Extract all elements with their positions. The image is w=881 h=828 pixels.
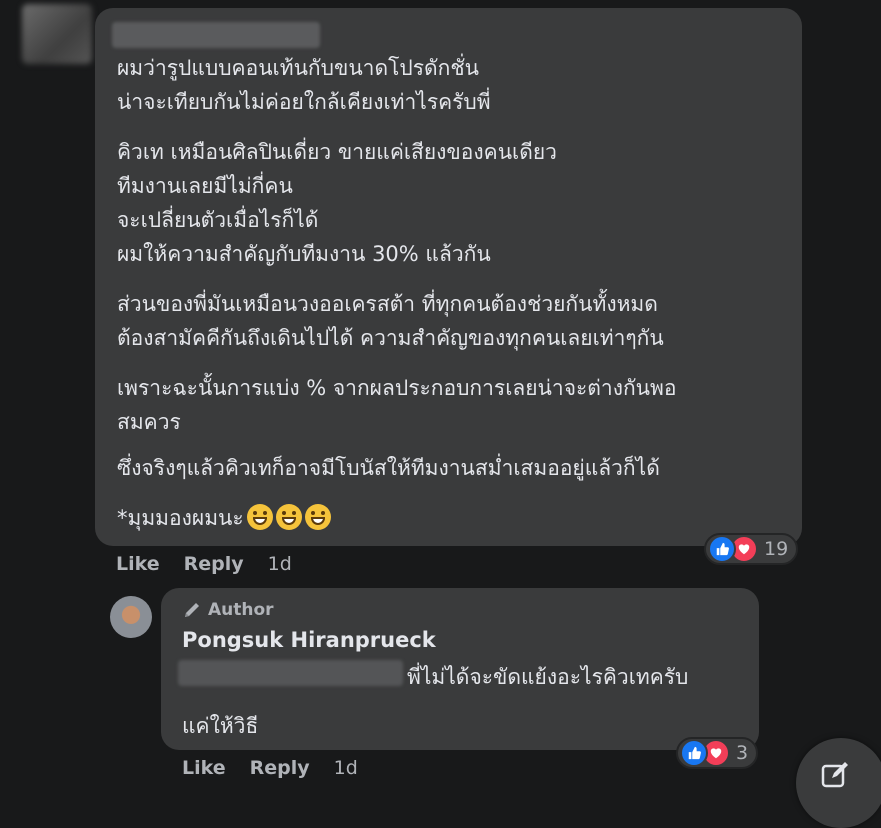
commenter-avatar-blurred[interactable] (22, 4, 92, 64)
comment-paragraph-2: คิวเท เหมือนศิลปินเดี่ยว ขายแค่เสียงของค… (117, 140, 557, 266)
grinning-emoji (304, 504, 331, 530)
author-badge: Author (182, 600, 274, 620)
like-button[interactable]: Like (182, 757, 226, 779)
reply-button[interactable]: Reply (250, 757, 310, 779)
reaction-count: 3 (736, 742, 749, 764)
comment-last-line: *มุมมองผมนะ (117, 501, 331, 535)
reply-actions: Like Reply 1d (182, 757, 382, 779)
reply-button[interactable]: Reply (184, 553, 244, 575)
pen-icon (185, 603, 199, 617)
reaction-count: 19 (764, 538, 789, 560)
comment-paragraph-4: เพราะฉะนั้นการแบ่ง % จากผลประกอบการเลยน่… (117, 376, 677, 434)
like-button[interactable]: Like (116, 553, 160, 575)
comment-paragraph-1: ผมว่ารูปแบบคอนเท้นกับขนาดโปรดักชั่น น่าจ… (117, 56, 491, 114)
mentioned-name-blurred[interactable] (178, 660, 403, 686)
author-avatar[interactable] (110, 596, 152, 638)
compose-icon (821, 762, 848, 788)
comment-actions: Like Reply 1d (116, 553, 316, 575)
reply-reactions[interactable]: 3 (676, 737, 759, 769)
comment-timestamp[interactable]: 1d (268, 553, 292, 575)
comment-reactions[interactable]: 19 (704, 533, 799, 565)
reply-text-line-2: แค่ให้วิธี (182, 714, 259, 738)
author-name[interactable]: Pongsuk Hiranprueck (182, 628, 436, 652)
new-message-button[interactable] (796, 738, 881, 828)
like-reaction-icon (708, 535, 736, 563)
like-reaction-icon (680, 739, 708, 767)
commenter-name-blurred[interactable] (112, 22, 320, 48)
comment-paragraph-5: ซึ่งจริงๆแล้วคิวเทก็อาจมีโบนัสให้ทีมงานส… (117, 456, 660, 480)
comment-paragraph-3: ส่วนของพี่มันเหมือนวงออเครสต้า ที่ทุกคนต… (117, 292, 664, 350)
grinning-emoji (246, 504, 273, 530)
reply-text-line-1: พี่ไม่ได้จะขัดแย้งอะไรคิวเทครับ (407, 665, 689, 689)
reply-timestamp[interactable]: 1d (334, 757, 358, 779)
grinning-emoji (275, 504, 302, 530)
